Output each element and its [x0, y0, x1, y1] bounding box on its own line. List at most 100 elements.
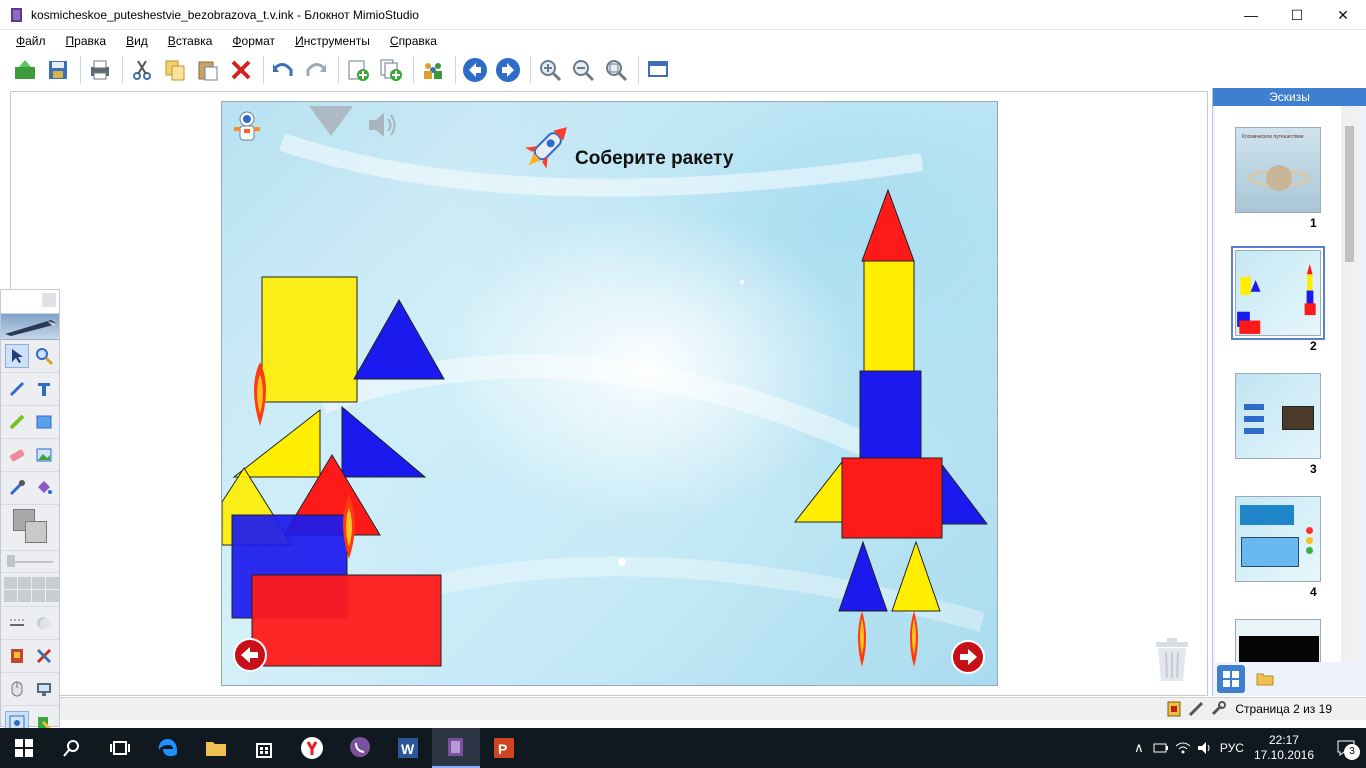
- redo-button[interactable]: [301, 55, 331, 85]
- menu-file[interactable]: Файл: [16, 34, 46, 48]
- action-center-button[interactable]: 3: [1326, 728, 1366, 768]
- select-tool[interactable]: [4, 344, 29, 368]
- store-button[interactable]: [240, 728, 288, 768]
- delete-button[interactable]: [226, 55, 256, 85]
- close-button[interactable]: ✕: [1320, 0, 1366, 30]
- arrow-right-icon: [496, 58, 520, 82]
- mimio-button[interactable]: [432, 728, 480, 768]
- word-button[interactable]: W: [384, 728, 432, 768]
- thumbnail-page-1[interactable]: Космическое путешествие: [1235, 127, 1321, 213]
- search-button[interactable]: [48, 728, 96, 768]
- language-indicator[interactable]: РУС: [1220, 741, 1244, 755]
- zoom-in-button[interactable]: [535, 55, 565, 85]
- viber-button[interactable]: [336, 728, 384, 768]
- thumbnail-page-4[interactable]: [1235, 496, 1321, 582]
- volume-icon[interactable]: [1194, 728, 1216, 768]
- zoom-out-button[interactable]: [568, 55, 598, 85]
- thumbnail-page-3[interactable]: [1235, 373, 1321, 459]
- edge-button[interactable]: [144, 728, 192, 768]
- transparency-tool[interactable]: [32, 611, 56, 635]
- previous-page-button[interactable]: [460, 55, 490, 85]
- new-page-button[interactable]: [343, 55, 373, 85]
- clock[interactable]: 22:17 17.10.2016: [1254, 733, 1314, 763]
- zoom-tool[interactable]: [32, 344, 56, 368]
- tray-expand-icon[interactable]: ∧: [1128, 728, 1150, 768]
- undo-icon: [273, 63, 293, 76]
- new-page-icon: [348, 60, 369, 81]
- palette-close-button[interactable]: [42, 293, 56, 307]
- thumbnails-view-button[interactable]: [1217, 665, 1245, 693]
- fill-tool[interactable]: [32, 476, 56, 500]
- rocket-red-base: [841, 457, 943, 539]
- menu-format[interactable]: Формат: [232, 34, 275, 48]
- status-tools-button[interactable]: [1207, 699, 1229, 719]
- edge-icon: [158, 739, 177, 757]
- explorer-button[interactable]: [192, 728, 240, 768]
- open-button[interactable]: [10, 55, 40, 85]
- wifi-icon[interactable]: [1172, 728, 1194, 768]
- style-grid[interactable]: [1, 573, 59, 607]
- menu-tools[interactable]: Инструменты: [295, 34, 370, 48]
- gallery-tool[interactable]: [5, 644, 29, 668]
- status-pen-button[interactable]: [1185, 699, 1207, 719]
- next-page-button[interactable]: [493, 55, 523, 85]
- thumbnail-page-2[interactable]: [1231, 246, 1325, 340]
- menu-insert[interactable]: Вставка: [168, 34, 213, 48]
- task-view-icon: [110, 741, 130, 755]
- screen-icon: [36, 683, 51, 696]
- collaboration-button[interactable]: [418, 55, 448, 85]
- users-icon: [424, 63, 442, 79]
- palette-pen-preview: [1, 314, 59, 340]
- line-width-slider[interactable]: [1, 551, 59, 573]
- zoom-fit-button[interactable]: [601, 55, 631, 85]
- thumbnails-panel: Эскизы Космическое путешествие 1 2 3 4: [1212, 88, 1366, 696]
- start-button[interactable]: [0, 728, 48, 768]
- slide-next-arrow-icon[interactable]: [951, 640, 985, 674]
- battery-icon[interactable]: [1150, 728, 1172, 768]
- windows-icon: [15, 739, 33, 757]
- maximize-button[interactable]: ☐: [1274, 0, 1320, 30]
- eraser-tool[interactable]: [5, 443, 29, 467]
- trash-icon[interactable]: [1153, 638, 1191, 682]
- screen-tool[interactable]: [32, 677, 56, 701]
- open-icon: [15, 60, 35, 79]
- paste-button[interactable]: [193, 55, 223, 85]
- thumbnail-page-5[interactable]: [1235, 619, 1321, 662]
- magnifier-icon: [35, 348, 53, 365]
- mouse-tool[interactable]: [5, 677, 29, 701]
- slide-canvas[interactable]: Соберите ракету: [221, 101, 998, 686]
- task-view-button[interactable]: [96, 728, 144, 768]
- copy-button[interactable]: [160, 55, 190, 85]
- thumbnails-scrollbar[interactable]: [1341, 106, 1358, 662]
- display-button[interactable]: [643, 55, 673, 85]
- scrollbar-thumb[interactable]: [1345, 126, 1354, 262]
- highlighter-tool[interactable]: [5, 410, 29, 434]
- shape-tool[interactable]: [32, 410, 56, 434]
- tools-tool[interactable]: [32, 644, 56, 668]
- menu-view[interactable]: Вид: [126, 34, 148, 48]
- rocket-right-booster: [891, 540, 941, 612]
- menu-help[interactable]: Справка: [390, 34, 437, 48]
- palette-header[interactable]: [1, 290, 59, 314]
- thumbnail-number-2: 2: [1310, 339, 1317, 353]
- menu-edit[interactable]: Правка: [66, 34, 107, 48]
- eyedropper-tool[interactable]: [5, 476, 29, 500]
- duplicate-page-button[interactable]: [376, 55, 406, 85]
- image-tool[interactable]: [32, 443, 56, 467]
- rocket-thumbnail: [1237, 263, 1316, 334]
- gallery-view-button[interactable]: [1251, 665, 1279, 693]
- pen-tool[interactable]: [5, 377, 29, 401]
- color-swatch[interactable]: [1, 505, 59, 551]
- cut-button[interactable]: [127, 55, 157, 85]
- puzzle-pieces: [222, 188, 989, 667]
- text-tool[interactable]: [32, 377, 56, 401]
- print-button[interactable]: [85, 55, 115, 85]
- save-button[interactable]: [43, 55, 73, 85]
- powerpoint-button[interactable]: P: [480, 728, 528, 768]
- slide-prev-arrow-icon[interactable]: [233, 638, 267, 672]
- undo-button[interactable]: [268, 55, 298, 85]
- yandex-button[interactable]: [288, 728, 336, 768]
- status-record-button[interactable]: [1163, 699, 1185, 719]
- line-style-tool[interactable]: [5, 611, 29, 635]
- minimize-button[interactable]: —: [1228, 0, 1274, 30]
